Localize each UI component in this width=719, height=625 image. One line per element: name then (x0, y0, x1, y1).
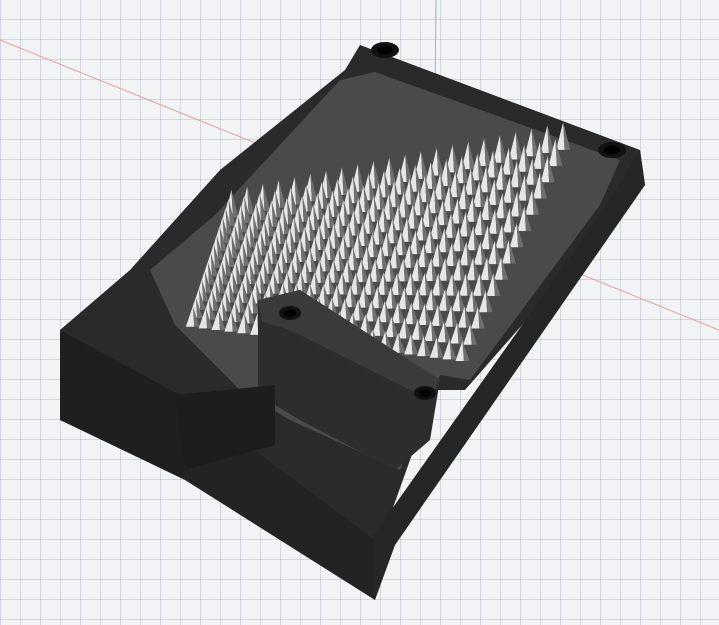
box-model[interactable] (60, 42, 645, 600)
screw-hole-icon (414, 386, 436, 400)
3d-viewport[interactable] (0, 0, 719, 625)
screw-hole-icon (279, 306, 301, 320)
screw-hole-icon (598, 142, 626, 158)
screw-hole-icon (371, 42, 399, 58)
scene-canvas[interactable] (0, 0, 719, 625)
